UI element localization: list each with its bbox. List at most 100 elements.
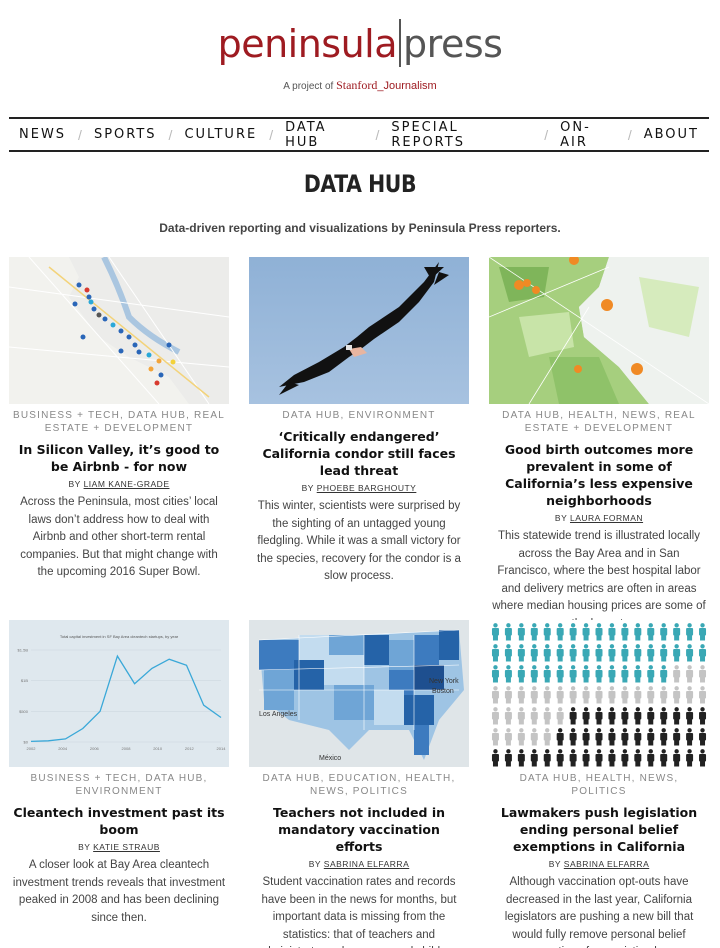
author-link[interactable]: SABRINA ELFARRA [564,859,649,869]
us-map-thumbnail[interactable]: Los Angeles New York Boston México [249,620,469,767]
person-icon [491,733,499,741]
site-logo[interactable]: peninsula press [0,18,720,70]
person-icon [545,686,550,691]
person-icon [545,644,550,649]
person-icon [544,698,550,704]
person-icon [506,623,511,628]
article-categories[interactable]: DATA HUB, ENVIRONMENT [249,409,469,422]
person-icon [582,712,590,720]
nav-on-air[interactable]: ON-AIR [550,120,626,150]
person-icon [687,656,693,662]
article-excerpt: A closer look at Bay Area cleantech inve… [12,859,226,924]
person-icon [609,749,615,754]
article-title[interactable]: Lawmakers push legislation ending person… [489,804,709,855]
person-icon [517,628,525,636]
person-icon [608,691,616,699]
person-icon [622,677,628,683]
person-icon [595,691,603,699]
person-icon [504,670,512,678]
person-icon [635,686,641,691]
person-icon [518,761,524,767]
person-icon [544,635,550,641]
person-icon [531,677,537,683]
person-icon [661,644,666,649]
person-icon [543,733,551,741]
condor-photo[interactable] [249,257,469,404]
person-icon [491,670,499,678]
green-map-thumbnail[interactable] [489,257,709,404]
person-icon [622,707,628,712]
article-categories[interactable]: BUSINESS + TECH, DATA HUB, REAL ESTATE +… [9,409,229,435]
person-icon [493,749,498,754]
tagline-journalism[interactable]: Journalism [384,80,437,92]
person-icon [517,733,525,741]
person-icon [583,749,589,754]
person-icon [661,761,667,767]
person-icon [557,656,563,662]
person-icon [583,656,589,662]
person-icon [532,686,537,691]
article-categories[interactable]: DATA HUB, HEALTH, NEWS, REAL ESTATE + DE… [489,409,709,435]
person-icon [596,719,602,725]
article-categories[interactable]: BUSINESS + TECH, DATA HUB, ENVIRONMENT [9,772,229,798]
person-icon [570,677,576,683]
tagline-stanford[interactable]: Stanford [336,78,377,92]
person-icon [686,754,694,762]
person-icon [674,677,680,683]
author-link[interactable]: PHOEBE BARGHOUTY [317,483,417,493]
person-icon [570,644,576,649]
nav-data-hub[interactable]: DATA HUB [275,120,373,150]
person-icon [545,749,550,754]
article-categories[interactable]: DATA HUB, HEALTH, NEWS, POLITICS [489,772,709,798]
byline: BY PHOEBE BARGHOUTY [301,483,417,493]
person-icon [674,749,679,754]
article-categories[interactable]: DATA HUB, EDUCATION, HEALTH, NEWS, POLIT… [249,772,469,798]
people-grid-thumbnail[interactable] [489,620,709,767]
person-icon [506,728,511,733]
author-link[interactable]: LIAM KANE-GRADE [84,479,170,489]
person-icon [569,628,577,636]
person-icon [700,728,705,733]
author-link[interactable]: SABRINA ELFARRA [324,859,409,869]
logo-divider [399,18,402,67]
person-icon [595,649,603,657]
article-title[interactable]: ‘Critically endangered’ California condo… [249,428,469,479]
article-title[interactable]: Good birth outcomes more prevalent in so… [489,441,709,509]
person-icon [661,707,666,712]
person-icon [622,719,628,725]
person-icon [699,670,707,678]
map-thumbnail[interactable] [9,257,229,404]
nav-special-reports[interactable]: SPECIAL REPORTS [381,120,542,150]
person-icon [635,728,641,733]
person-icon [531,698,537,704]
person-icon [531,719,537,725]
person-icon [492,761,498,767]
article-title[interactable]: Cleantech investment past its boom [9,804,229,838]
person-icon [647,628,655,636]
nav-news[interactable]: NEWS [9,127,76,142]
nav-about[interactable]: ABOUT [634,127,709,142]
map-label-mexico: México [319,755,341,762]
person-icon [556,628,564,636]
article-title[interactable]: In Silicon Valley, it’s good to be Airbn… [9,441,229,475]
person-icon [674,761,680,767]
person-icon [700,644,705,649]
article-title[interactable]: Teachers not included in mandatory vacci… [249,804,469,855]
person-icon [596,698,602,704]
nav-culture[interactable]: CULTURE [174,127,267,142]
line-chart-thumbnail[interactable]: Total capital investment in SF Bay Area … [9,620,229,767]
nav-separator: / [544,126,549,143]
author-link[interactable]: LAURA FORMAN [570,513,643,523]
person-icon [648,719,654,725]
author-link[interactable]: KATIE STRAUB [93,842,160,852]
nav-sports[interactable]: SPORTS [84,127,167,142]
person-icon [622,749,628,754]
person-icon [582,733,590,741]
chart-y-tick-label: $1.5B [18,648,29,653]
person-icon [674,686,679,691]
person-icon [506,749,511,754]
article-card: Los Angeles New York Boston México DATA … [249,620,469,948]
person-icon [556,712,564,720]
person-icon [699,754,707,762]
person-icon [556,754,564,762]
